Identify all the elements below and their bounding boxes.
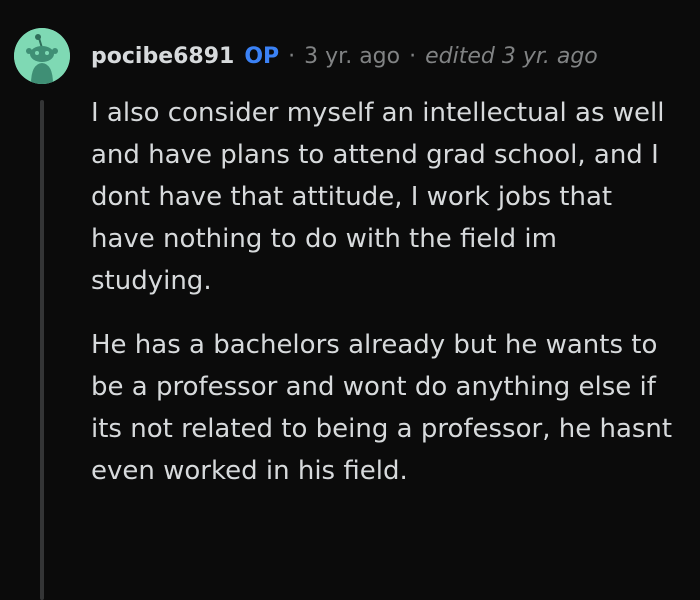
- comment-body: I also consider myself an intellectual a…: [91, 92, 681, 514]
- edited-label: edited 3 yr. ago: [425, 43, 598, 69]
- comment-paragraph: He has a bachelors already but he wants …: [91, 330, 673, 486]
- comment-timestamp[interactable]: 3 yr. ago: [304, 44, 400, 69]
- snoo-avatar-icon[interactable]: [14, 28, 70, 84]
- comment-meta: pocibe6891 OP · 3 yr. ago · edited 3 yr.…: [91, 40, 598, 72]
- meta-separator: ·: [288, 43, 296, 69]
- op-badge: OP: [244, 43, 280, 69]
- meta-separator: ·: [409, 43, 417, 69]
- username-link[interactable]: pocibe6891: [91, 44, 234, 69]
- comment-paragraph: I also consider myself an intellectual a…: [91, 98, 665, 296]
- comment: pocibe6891 OP · 3 yr. ago · edited 3 yr.…: [0, 0, 700, 600]
- avatar-graphic: [14, 28, 70, 84]
- thread-collapse-line[interactable]: [40, 100, 44, 600]
